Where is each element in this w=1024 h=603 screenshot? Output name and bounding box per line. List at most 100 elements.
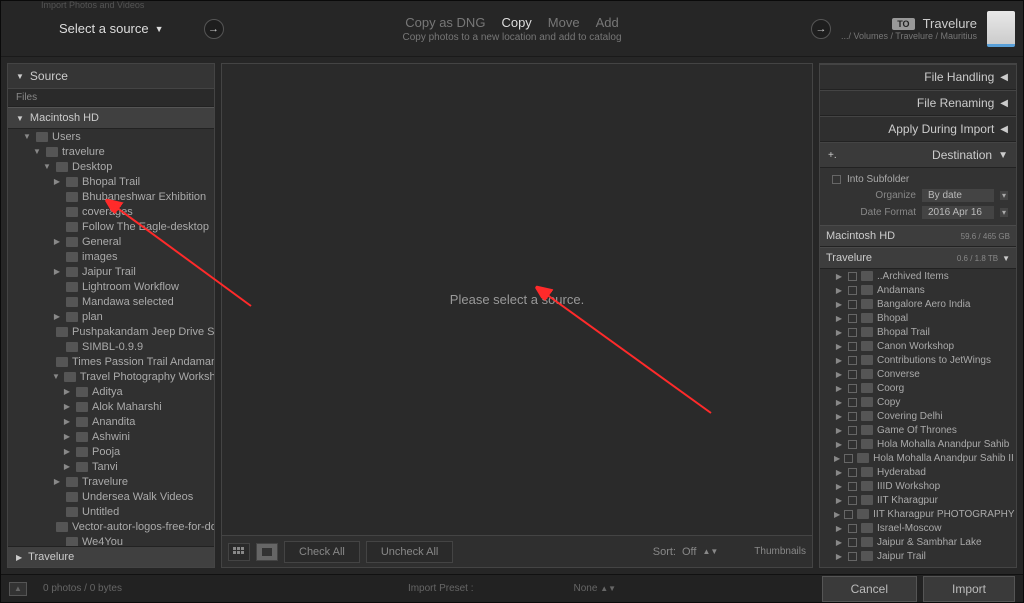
tree-item[interactable]: Vector-autor-logos-free-for-dow... [8, 519, 214, 534]
dest-tree-item[interactable]: ▶Covering Delhi [820, 409, 1016, 423]
check-all-button[interactable]: Check All [284, 541, 360, 563]
tree-item[interactable]: ▶Pooja [8, 444, 214, 459]
tree-item[interactable]: Pushpakandam Jeep Drive Small... [8, 324, 214, 339]
tree-item[interactable]: ▶Travelure [8, 474, 214, 489]
panel-file-handling[interactable]: File Handling◀ [820, 64, 1016, 90]
tree-item[interactable]: SIMBL-0.9.9 [8, 339, 214, 354]
volume-travelure[interactable]: ▶ Travelure [8, 546, 214, 567]
folder-checkbox[interactable] [848, 398, 857, 407]
tree-item[interactable]: Bhubaneshwar Exhibition [8, 189, 214, 204]
folder-checkbox[interactable] [848, 314, 857, 323]
expand-button[interactable]: ▲ [9, 582, 27, 596]
tree-item[interactable]: ▶Bhopal Trail [8, 174, 214, 189]
uncheck-all-button[interactable]: Uncheck All [366, 541, 453, 563]
tree-item[interactable]: ▼Desktop [8, 159, 214, 174]
tree-item[interactable]: Untitled [8, 504, 214, 519]
source-panel-header[interactable]: ▼ Source [8, 64, 214, 88]
dest-tree-item[interactable]: ▶Jaipur & Sambhar Lake [820, 535, 1016, 549]
dest-tree-item[interactable]: ▶Hola Mohalla Anandpur Sahib II [820, 451, 1016, 465]
dest-tree-item[interactable]: ▶IIT Kharagpur [820, 493, 1016, 507]
dest-volume-travelure[interactable]: Travelure 0.6 / 1.8 TB ▼ [820, 247, 1016, 269]
destination-panel-header[interactable]: +. Destination ▼ [820, 142, 1016, 168]
dest-tree-item[interactable]: ▶Bangalore Aero India [820, 297, 1016, 311]
tree-item[interactable]: ▶General [8, 234, 214, 249]
folder-checkbox[interactable] [848, 384, 857, 393]
destination-button[interactable]: Travelure [923, 16, 977, 31]
dest-tree-label: Israel-Moscow [877, 523, 941, 534]
tree-item[interactable]: Undersea Walk Videos [8, 489, 214, 504]
panel-file-renaming[interactable]: File Renaming◀ [820, 90, 1016, 116]
tree-item[interactable]: Times Passion Trail Andamans [8, 354, 214, 369]
folder-checkbox[interactable] [848, 300, 857, 309]
folder-checkbox[interactable] [848, 552, 857, 561]
import-button[interactable]: Import [923, 576, 1015, 602]
tree-item[interactable]: Lightroom Workflow [8, 279, 214, 294]
dest-tree-item[interactable]: ▶Game Of Thrones [820, 423, 1016, 437]
folder-checkbox[interactable] [848, 482, 857, 491]
folder-checkbox[interactable] [848, 370, 857, 379]
select-source-button[interactable]: Select a source ▼ [9, 21, 164, 36]
folder-checkbox[interactable] [848, 440, 857, 449]
tree-item[interactable]: images [8, 249, 214, 264]
folder-checkbox[interactable] [848, 468, 857, 477]
tree-item[interactable]: ▶plan [8, 309, 214, 324]
tree-item[interactable]: coverages [8, 204, 214, 219]
dest-tree-item[interactable]: ▶Bhopal Trail [820, 325, 1016, 339]
organize-select[interactable]: By date [922, 189, 994, 202]
tree-item[interactable]: ▶Alok Maharshi [8, 399, 214, 414]
tree-item[interactable]: Follow The Eagle-desktop [8, 219, 214, 234]
tree-item[interactable]: ▶Tanvi [8, 459, 214, 474]
into-subfolder-checkbox[interactable] [832, 175, 841, 184]
tree-item[interactable]: ▼Travel Photography Workshop [8, 369, 214, 384]
action-copy[interactable]: Copy [501, 15, 531, 30]
tree-item[interactable]: ▶Aditya [8, 384, 214, 399]
folder-checkbox[interactable] [848, 538, 857, 547]
dest-tree-item[interactable]: ▶Converse [820, 367, 1016, 381]
tree-item[interactable]: ▶Ashwini [8, 429, 214, 444]
panel-apply-during-import[interactable]: Apply During Import◀ [820, 116, 1016, 142]
folder-checkbox[interactable] [848, 342, 857, 351]
dest-tree-item[interactable]: ▶Andamans [820, 283, 1016, 297]
dest-tree-item[interactable]: ▶Bhopal [820, 311, 1016, 325]
dest-tree-item[interactable]: ▶Israel-Moscow [820, 521, 1016, 535]
dest-tree-item[interactable]: ▶Coorg [820, 381, 1016, 395]
grid-view-button[interactable] [228, 543, 250, 561]
tree-item[interactable]: ▶Jaipur Trail [8, 264, 214, 279]
action-move[interactable]: Move [548, 15, 580, 30]
folder-checkbox[interactable] [848, 286, 857, 295]
folder-checkbox[interactable] [848, 328, 857, 337]
dest-tree-item[interactable]: ▶Hola Mohalla Anandpur Sahib [820, 437, 1016, 451]
dest-tree-item[interactable]: ▶..Archived Items [820, 269, 1016, 283]
folder-checkbox[interactable] [848, 524, 857, 533]
preset-select[interactable]: None ▲▼ [574, 583, 617, 594]
tree-item-label: coverages [82, 206, 133, 218]
dest-tree-item[interactable]: ▶Jaipur Trail [820, 549, 1016, 563]
dest-tree-item[interactable]: ▶IIID Workshop [820, 479, 1016, 493]
sort-value[interactable]: Off [682, 546, 696, 558]
dest-volume-mac[interactable]: Macintosh HD 59.6 / 465 GB [820, 225, 1016, 247]
tree-item[interactable]: ▼travelure [8, 144, 214, 159]
cancel-button[interactable]: Cancel [822, 576, 917, 602]
tree-item[interactable]: Mandawa selected [8, 294, 214, 309]
folder-icon [861, 299, 873, 309]
folder-checkbox[interactable] [848, 426, 857, 435]
date-format-select[interactable]: 2016 Apr 16 [922, 206, 994, 219]
loupe-view-button[interactable] [256, 543, 278, 561]
folder-checkbox[interactable] [844, 454, 853, 463]
dest-tree-item[interactable]: ▶Hyderabad [820, 465, 1016, 479]
folder-checkbox[interactable] [848, 412, 857, 421]
folder-checkbox[interactable] [848, 272, 857, 281]
dest-tree-item[interactable]: ▶Contributions to JetWings [820, 353, 1016, 367]
action-add[interactable]: Add [596, 15, 619, 30]
folder-checkbox[interactable] [848, 356, 857, 365]
tree-item[interactable]: ▼Users [8, 129, 214, 144]
folder-checkbox[interactable] [848, 496, 857, 505]
action-copy-as-dng[interactable]: Copy as DNG [405, 15, 485, 30]
dest-tree-item[interactable]: ▶Canon Workshop [820, 339, 1016, 353]
tree-item[interactable]: ▶Anandita [8, 414, 214, 429]
dest-tree-item[interactable]: ▶Copy [820, 395, 1016, 409]
tree-item[interactable]: We4You [8, 534, 214, 546]
dest-tree-item[interactable]: ▶IIT Kharagpur PHOTOGRAPHY WOR... [820, 507, 1016, 521]
folder-checkbox[interactable] [844, 510, 853, 519]
volume-header[interactable]: ▼ Macintosh HD [8, 107, 214, 129]
